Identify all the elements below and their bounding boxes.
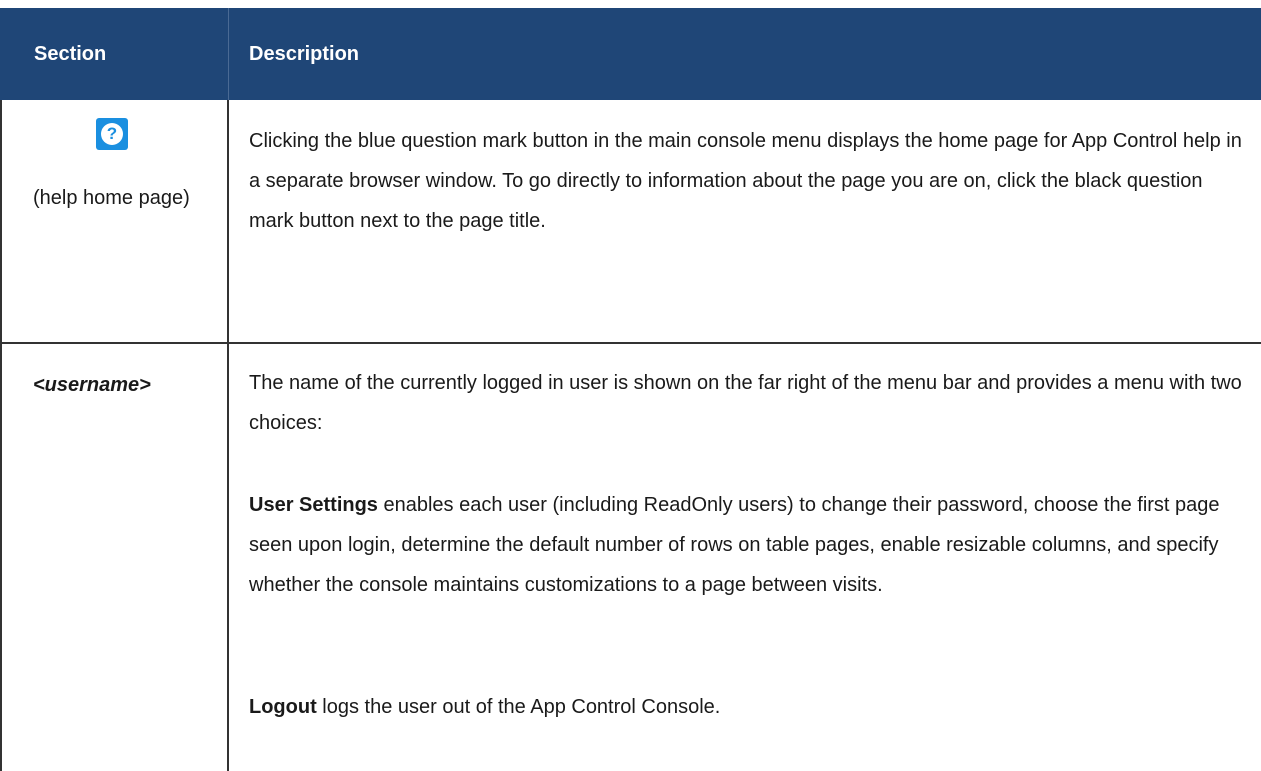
- section-label-help-home-page: (help home page): [33, 187, 190, 209]
- description-user-settings: User Settings enables each user (includi…: [249, 485, 1244, 605]
- help-question-icon: ?: [96, 118, 128, 150]
- table-left-border: [0, 100, 2, 771]
- reference-table: Section Description ? (help home page) C…: [0, 0, 1261, 771]
- description-logout: Logout logs the user out of the App Cont…: [249, 687, 1244, 727]
- header-section: Section: [34, 43, 107, 65]
- header-column-divider: [228, 8, 229, 100]
- description-help-home-page: Clicking the blue question mark button i…: [249, 130, 1242, 232]
- description-username-intro: The name of the currently logged in user…: [249, 372, 1242, 434]
- user-settings-term: User Settings: [249, 494, 378, 516]
- header-description: Description: [249, 43, 360, 65]
- logout-term: Logout: [249, 696, 317, 718]
- logout-text: logs the user out of the App Control Con…: [316, 696, 721, 718]
- column-divider: [227, 100, 229, 771]
- table-header-row: Section Description: [0, 8, 1261, 100]
- question-mark-glyph: ?: [101, 123, 123, 145]
- row-divider: [0, 342, 1261, 344]
- user-settings-text: enables each user (including ReadOnly us…: [249, 494, 1220, 596]
- section-label-username: <username>: [33, 374, 151, 396]
